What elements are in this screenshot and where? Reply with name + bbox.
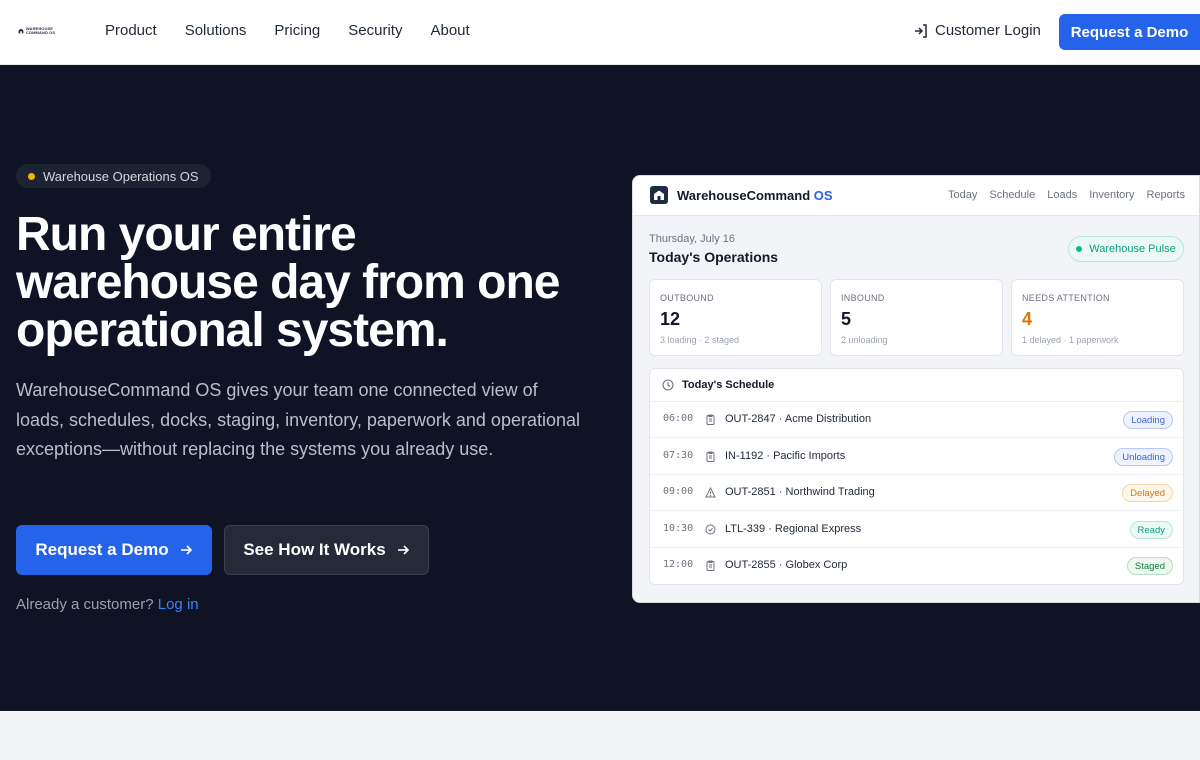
dashboard-brand: WarehouseCommand OS xyxy=(677,188,833,203)
tab-loads[interactable]: Loads xyxy=(1047,189,1077,201)
customer-login-label: Customer Login xyxy=(935,22,1041,39)
dashboard-brand-name: WarehouseCommand xyxy=(677,188,811,203)
top-nav: WAREHOUSE COMMAND OS Product Solutions P… xyxy=(0,0,1200,65)
hero-headline: Run your entire warehouse day from one o… xyxy=(16,208,560,357)
warehouse-pulse-badge[interactable]: Warehouse Pulse xyxy=(1068,236,1184,262)
clipboard-icon xyxy=(706,414,715,425)
brand-logo[interactable]: WAREHOUSE COMMAND OS xyxy=(18,22,60,40)
stat-label: INBOUND xyxy=(841,293,885,303)
nav-links: Product Solutions Pricing Security About xyxy=(105,22,470,39)
tab-reports[interactable]: Reports xyxy=(1146,189,1185,201)
pulse-dot xyxy=(1076,246,1083,252)
schedule-time: 12:00 xyxy=(663,559,694,570)
schedule-row[interactable]: 06:00 OUT-2847 · Acme Distribution Loadi… xyxy=(650,402,1185,438)
status-badge: Loading xyxy=(1123,411,1173,429)
schedule-time: 06:00 xyxy=(663,413,694,424)
pill-dot xyxy=(28,172,35,180)
arrow-right-icon xyxy=(397,545,409,555)
arrow-right-icon xyxy=(180,545,192,555)
warning-icon xyxy=(705,487,716,498)
login-icon xyxy=(915,23,927,38)
schedule-name: OUT-2855 · Globex Corp xyxy=(725,559,848,571)
tab-schedule[interactable]: Schedule xyxy=(989,189,1035,201)
clipboard-icon xyxy=(706,451,715,462)
schedule-panel: Today's Schedule 06:00 OUT-2847 · Acme D… xyxy=(649,368,1185,585)
nav-link-pricing[interactable]: Pricing xyxy=(274,22,320,39)
nav-link-solutions[interactable]: Solutions xyxy=(185,22,247,39)
customer-login-link[interactable]: Customer Login xyxy=(913,22,1041,39)
clipboard-icon xyxy=(706,560,715,571)
nav-link-about[interactable]: About xyxy=(430,22,469,39)
nav-request-demo-button[interactable]: Request a Demo xyxy=(1059,14,1200,50)
schedule-name: OUT-2847 · Acme Distribution xyxy=(725,413,872,425)
stat-card-needs-attention[interactable]: NEEDS ATTENTION 4 1 delayed · 1 paperwor… xyxy=(1011,279,1184,356)
see-how-label: See How It Works xyxy=(243,540,386,559)
request-demo-label: Request a Demo xyxy=(35,540,169,559)
status-badge: Staged xyxy=(1126,557,1173,575)
pulse-label: Warehouse Pulse xyxy=(1089,243,1176,255)
nav-link-product[interactable]: Product xyxy=(105,22,157,39)
dashboard-topbar: WarehouseCommand OS Today Schedule Loads… xyxy=(633,176,1199,216)
schedule-header: Today's Schedule xyxy=(650,369,1185,402)
stat-sub: 3 loading · 2 staged xyxy=(660,335,740,345)
dashboard-preview: WarehouseCommand OS Today Schedule Loads… xyxy=(632,175,1200,603)
schedule-title: Today's Schedule xyxy=(682,379,775,391)
see-how-it-works-button[interactable]: See How It Works xyxy=(224,525,429,575)
stat-sub: 2 unloading xyxy=(841,335,888,345)
already-customer-text: Already a customer? Log in xyxy=(16,596,199,613)
tab-inventory[interactable]: Inventory xyxy=(1089,189,1134,201)
hero-pill: Warehouse Operations OS xyxy=(16,164,211,188)
schedule-row[interactable]: 10:30 LTL-339 · Regional Express Ready xyxy=(650,512,1185,548)
status-badge: Delayed xyxy=(1122,484,1173,502)
schedule-row[interactable]: 09:00 OUT-2851 · Northwind Trading Delay… xyxy=(650,475,1185,511)
stat-card-inbound[interactable]: INBOUND 5 2 unloading xyxy=(830,279,1003,356)
request-demo-button[interactable]: Request a Demo xyxy=(16,525,212,575)
check-circle-icon xyxy=(705,524,716,535)
schedule-name: OUT-2851 · Northwind Trading xyxy=(725,486,875,498)
logo-text: WAREHOUSE COMMAND OS xyxy=(25,26,56,35)
warehouse-logo-icon xyxy=(18,28,24,34)
dashboard-tabs: Today Schedule Loads Inventory Reports xyxy=(948,189,1185,201)
hero-subtext: WarehouseCommand OS gives your team one … xyxy=(16,380,581,459)
schedule-row[interactable]: 12:00 OUT-2855 · Globex Corp Staged xyxy=(650,548,1185,584)
stat-value: 5 xyxy=(841,309,852,329)
stat-value: 12 xyxy=(660,309,681,329)
stat-card-outbound[interactable]: OUTBOUND 12 3 loading · 2 staged xyxy=(649,279,822,356)
log-in-link[interactable]: Log in xyxy=(158,596,199,613)
schedule-name: LTL-339 · Regional Express xyxy=(725,523,862,535)
schedule-name: IN-1192 · Pacific Imports xyxy=(725,450,846,462)
warehouse-icon xyxy=(654,190,664,200)
pill-label: Warehouse Operations OS xyxy=(43,168,199,184)
tab-today[interactable]: Today xyxy=(948,189,977,201)
nav-link-security[interactable]: Security xyxy=(348,22,402,39)
stat-label: OUTBOUND xyxy=(660,293,714,303)
schedule-time: 09:00 xyxy=(663,486,694,497)
dashboard-title: Today's Operations xyxy=(649,249,779,265)
schedule-time: 10:30 xyxy=(663,523,694,534)
dashboard-brand-suffix: OS xyxy=(813,188,833,203)
hero-section: Warehouse Operations OS Run your entire … xyxy=(0,65,1200,711)
status-badge: Ready xyxy=(1129,521,1173,539)
clock-icon xyxy=(662,379,674,391)
schedule-row[interactable]: 07:30 IN-1192 · Pacific Imports Unloadin… xyxy=(650,439,1185,475)
dashboard-logo-icon xyxy=(650,186,668,204)
schedule-time: 07:30 xyxy=(663,450,694,461)
dashboard-date: Thursday, July 16 xyxy=(649,233,736,245)
already-customer-label: Already a customer? xyxy=(16,596,154,613)
stat-sub: 1 delayed · 1 paperwork xyxy=(1022,335,1119,345)
stat-label: NEEDS ATTENTION xyxy=(1022,293,1110,303)
stat-value: 4 xyxy=(1022,309,1033,329)
status-badge: Unloading xyxy=(1114,448,1173,466)
